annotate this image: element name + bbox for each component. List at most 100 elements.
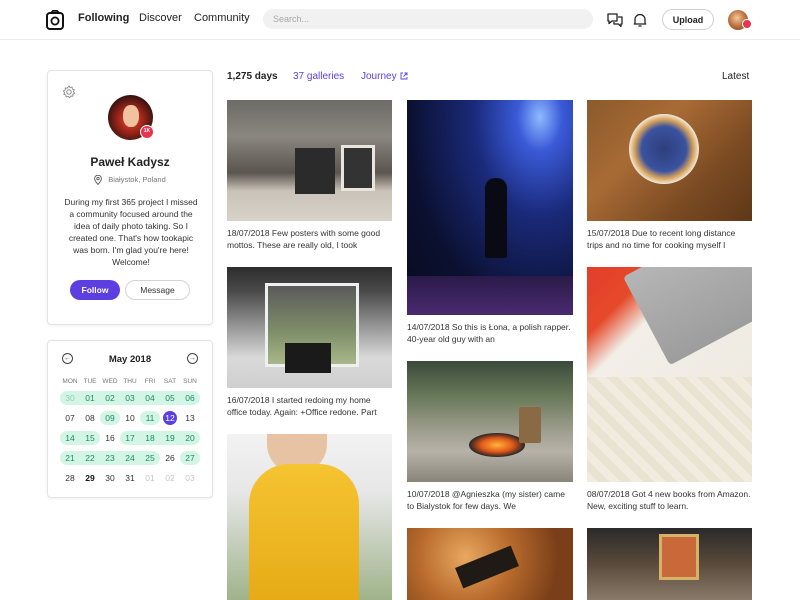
calendar-day[interactable]: 31: [120, 471, 140, 485]
calendar-day-label: 16: [105, 433, 115, 443]
calendar-day-label: 31: [125, 473, 135, 483]
calendar-day-label: 22: [85, 453, 95, 463]
calendar-day[interactable]: 06: [180, 391, 200, 405]
calendar-grid: MON TUE WED THU FRI SAT SUN 30 01 02 03 04 05 06 07 08 0…: [60, 376, 200, 488]
calendar-week: 30 01 02 03 04 05 06: [60, 388, 200, 408]
calendar-day[interactable]: 20: [180, 431, 200, 445]
profile-bio: During my first 365 project I missed a c…: [64, 197, 198, 267]
calendar-day-label: 24: [125, 453, 135, 463]
calendar-day[interactable]: 04: [140, 391, 160, 405]
photo-laptop-books[interactable]: [587, 267, 752, 482]
calendar-widget: ← May 2018 → MON TUE WED THU FRI SAT SUN 30 01 02…: [47, 340, 213, 498]
calendar-day[interactable]: 16: [100, 431, 120, 445]
calendar-day-label: 06: [185, 393, 195, 403]
calendar-day-label: 05: [165, 393, 175, 403]
days-count: 1,275 days: [227, 71, 278, 82]
calendar-day[interactable]: 23: [100, 451, 120, 465]
calendar-day[interactable]: 29: [80, 471, 100, 485]
top-navbar: Following Discover Community Upload: [0, 0, 800, 40]
photo-fire-pit[interactable]: [407, 361, 573, 482]
calendar-day[interactable]: 01: [140, 471, 160, 485]
calendar-day[interactable]: 01: [80, 391, 100, 405]
calendar-day-label: 29: [85, 473, 95, 483]
weekday-label: TUE: [83, 378, 97, 385]
calendar-day[interactable]: 15: [80, 431, 100, 445]
calendar-day-label: 21: [65, 453, 75, 463]
calendar-day[interactable]: 02: [160, 471, 180, 485]
profile-card: 1K Paweł Kadysz Białystok, Poland During…: [47, 70, 213, 325]
calendar-day[interactable]: 14: [60, 431, 80, 445]
nav-discover[interactable]: Discover: [139, 12, 182, 24]
calendar-day-label: 02: [165, 473, 175, 483]
sort-latest[interactable]: Latest: [722, 71, 749, 82]
calendar-day[interactable]: 30: [100, 471, 120, 485]
photo-child-jacket[interactable]: [227, 434, 392, 600]
photo-concert[interactable]: [407, 100, 573, 315]
photo-interior[interactable]: [587, 528, 752, 600]
message-button[interactable]: Message: [125, 280, 190, 300]
gear-icon[interactable]: [62, 85, 76, 99]
calendar-day-label: 10: [125, 413, 135, 423]
calendar-day[interactable]: 28: [60, 471, 80, 485]
photo-caption: 16/07/2018 I started redoing my home off…: [227, 395, 377, 417]
calendar-day[interactable]: 03: [180, 471, 200, 485]
calendar-day-label: 15: [85, 433, 95, 443]
calendar-day[interactable]: 27: [180, 451, 200, 465]
calendar-day-label: 14: [65, 433, 75, 443]
calendar-week: 28 29 30 31 01 02 03: [60, 468, 200, 488]
journey-link[interactable]: Journey: [361, 71, 408, 82]
profile-location: Białystok, Poland: [48, 174, 212, 186]
calendar-day[interactable]: 17: [120, 431, 140, 445]
calendar-day[interactable]: 25: [140, 451, 160, 465]
calendar-day[interactable]: 03: [120, 391, 140, 405]
calendar-day[interactable]: 13: [180, 411, 200, 425]
nav-following[interactable]: Following: [78, 12, 129, 24]
calendar-day[interactable]: 18: [140, 431, 160, 445]
location-pin-icon: [94, 174, 103, 186]
weekday-label: WED: [102, 378, 118, 385]
calendar-day-label: 02: [105, 393, 115, 403]
chat-icon[interactable]: [606, 11, 624, 29]
upload-button[interactable]: Upload: [662, 9, 714, 30]
weekday-label: MON: [62, 378, 78, 385]
calendar-day-label: 08: [85, 413, 95, 423]
photo-caption: 14/07/2018 So this is Łona, a polish rap…: [407, 322, 571, 344]
calendar-day-label: 11: [145, 413, 155, 423]
follow-button[interactable]: Follow: [70, 280, 120, 300]
calendar-day[interactable]: 09: [100, 411, 120, 425]
camera-logo-icon[interactable]: [46, 10, 64, 30]
photo-wood-brush[interactable]: [407, 528, 573, 600]
calendar-day[interactable]: 19: [160, 431, 180, 445]
user-badge-icon: [742, 19, 752, 29]
calendar-day[interactable]: 26: [160, 451, 180, 465]
calendar-day[interactable]: 07: [60, 411, 80, 425]
calendar-day-label: 26: [165, 453, 175, 463]
calendar-day[interactable]: 08: [80, 411, 100, 425]
photo-home-office[interactable]: [227, 267, 392, 388]
calendar-day[interactable]: 22: [80, 451, 100, 465]
calendar-day-label: 25: [145, 453, 155, 463]
calendar-day-label: 20: [185, 433, 195, 443]
next-month-button[interactable]: →: [187, 353, 198, 364]
calendar-day[interactable]: 02: [100, 391, 120, 405]
galleries-link[interactable]: 37 galleries: [293, 71, 344, 82]
calendar-day[interactable]: 11: [140, 411, 160, 425]
location-text: Białystok, Poland: [108, 175, 166, 184]
photo-posters[interactable]: [227, 100, 392, 221]
calendar-day[interactable]: 10: [120, 411, 140, 425]
calendar-day[interactable]: 12: [160, 411, 180, 425]
calendar-week: 14 15 16 17 18 19 20: [60, 428, 200, 448]
calendar-day[interactable]: 24: [120, 451, 140, 465]
calendar-day[interactable]: 05: [160, 391, 180, 405]
calendar-week: 21 22 23 24 25 26 27: [60, 448, 200, 468]
calendar-day[interactable]: 30: [60, 391, 80, 405]
nav-community[interactable]: Community: [194, 12, 250, 24]
calendar-day-label: 30: [65, 393, 75, 403]
search-input[interactable]: [263, 9, 593, 29]
photo-cereal-bowl[interactable]: [587, 100, 752, 221]
calendar-day-label: 17: [125, 433, 135, 443]
calendar-day[interactable]: 21: [60, 451, 80, 465]
bell-icon[interactable]: [631, 11, 649, 29]
calendar-day-label: 30: [105, 473, 115, 483]
calendar-week: 07 08 09 10 11 12 13: [60, 408, 200, 428]
